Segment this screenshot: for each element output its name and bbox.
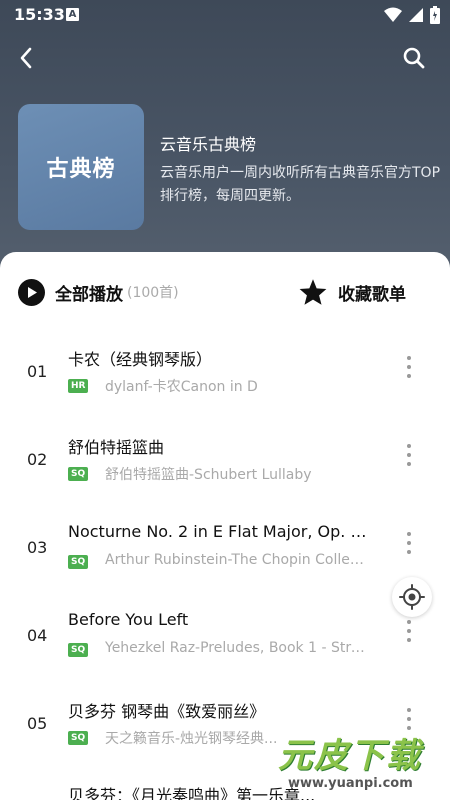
status-bar: 15:33 A xyxy=(0,0,450,30)
song-index: 05 xyxy=(27,714,48,733)
song-title: Nocturne No. 2 in E Flat Major, Op. 9... xyxy=(68,522,368,541)
song-index: 02 xyxy=(27,450,48,469)
star-icon xyxy=(299,279,327,305)
play-all-label: 全部播放 xyxy=(55,284,123,305)
top-nav xyxy=(0,36,450,80)
signal-icon xyxy=(409,8,423,22)
wifi-icon xyxy=(384,7,402,22)
playlist-title: 云音乐古典榜 xyxy=(160,135,257,154)
quality-badge: SQ xyxy=(68,555,89,569)
status-time: 15:33 xyxy=(14,5,65,24)
more-options-icon[interactable] xyxy=(398,616,420,646)
quality-badge: SQ xyxy=(68,731,89,745)
song-row[interactable]: 01 卡农（经典钢琴版） HR dylanf-卡农Canon in D xyxy=(0,334,450,414)
song-index: 03 xyxy=(27,538,48,557)
song-title: 贝多芬 钢琴曲《致爱丽丝》 xyxy=(68,702,266,721)
song-subtitle: Yehezkel Raz-Preludes, Book 1 - Stre... xyxy=(105,640,367,656)
playlist-cover: 古典榜 xyxy=(18,104,144,230)
status-icons xyxy=(384,6,440,24)
collect-playlist-button[interactable]: 收藏歌单 xyxy=(298,278,406,306)
quality-badge: SQ xyxy=(68,467,89,481)
search-icon xyxy=(403,47,425,69)
song-title: 舒伯特摇篮曲 xyxy=(68,438,165,457)
play-all-button[interactable]: 全部播放 (100首) xyxy=(18,278,179,306)
watermark: 元皮下载 www.yuanpi.com xyxy=(272,722,450,800)
locate-icon xyxy=(399,584,425,610)
song-index: 04 xyxy=(27,626,48,645)
song-title: 卡农（经典钢琴版） xyxy=(68,350,213,369)
more-options-icon[interactable] xyxy=(398,440,420,470)
song-subtitle: dylanf-卡农Canon in D xyxy=(105,379,258,395)
battery-icon xyxy=(430,6,440,24)
song-subtitle: 舒伯特摇篮曲-Schubert Lullaby xyxy=(105,467,312,483)
song-row[interactable]: 04 Before You Left SQ Yehezkel Raz-Prelu… xyxy=(0,598,450,678)
song-index: 01 xyxy=(27,362,48,381)
watermark-logo: 元皮下载 xyxy=(278,736,422,776)
back-button[interactable] xyxy=(12,44,40,72)
playlist-description: 云音乐用户一周内收听所有古典音乐官方TOP排行榜，每周四更新。 xyxy=(160,165,441,204)
back-arrow-icon xyxy=(20,47,32,69)
cover-text: 古典榜 xyxy=(46,157,116,182)
watermark-url: www.yuanpi.com xyxy=(288,776,413,791)
collect-label: 收藏歌单 xyxy=(338,284,406,305)
song-row[interactable]: 02 舒伯特摇篮曲 SQ 舒伯特摇篮曲-Schubert Lullaby xyxy=(0,422,450,502)
play-icon xyxy=(18,278,45,306)
play-all-count: (100首) xyxy=(127,285,179,301)
locate-current-song-button[interactable] xyxy=(392,577,432,617)
song-row[interactable]: 03 Nocturne No. 2 in E Flat Major, Op. 9… xyxy=(0,510,450,590)
quality-badge: SQ xyxy=(68,643,89,657)
more-options-icon[interactable] xyxy=(398,528,420,558)
more-options-icon[interactable] xyxy=(398,352,420,382)
notification-icon: A xyxy=(66,8,79,21)
search-button[interactable] xyxy=(400,44,428,72)
quality-badge: HR xyxy=(68,379,89,393)
song-subtitle: Arthur Rubinstein-The Chopin Collec... xyxy=(105,552,367,568)
song-title: Before You Left xyxy=(68,610,189,629)
